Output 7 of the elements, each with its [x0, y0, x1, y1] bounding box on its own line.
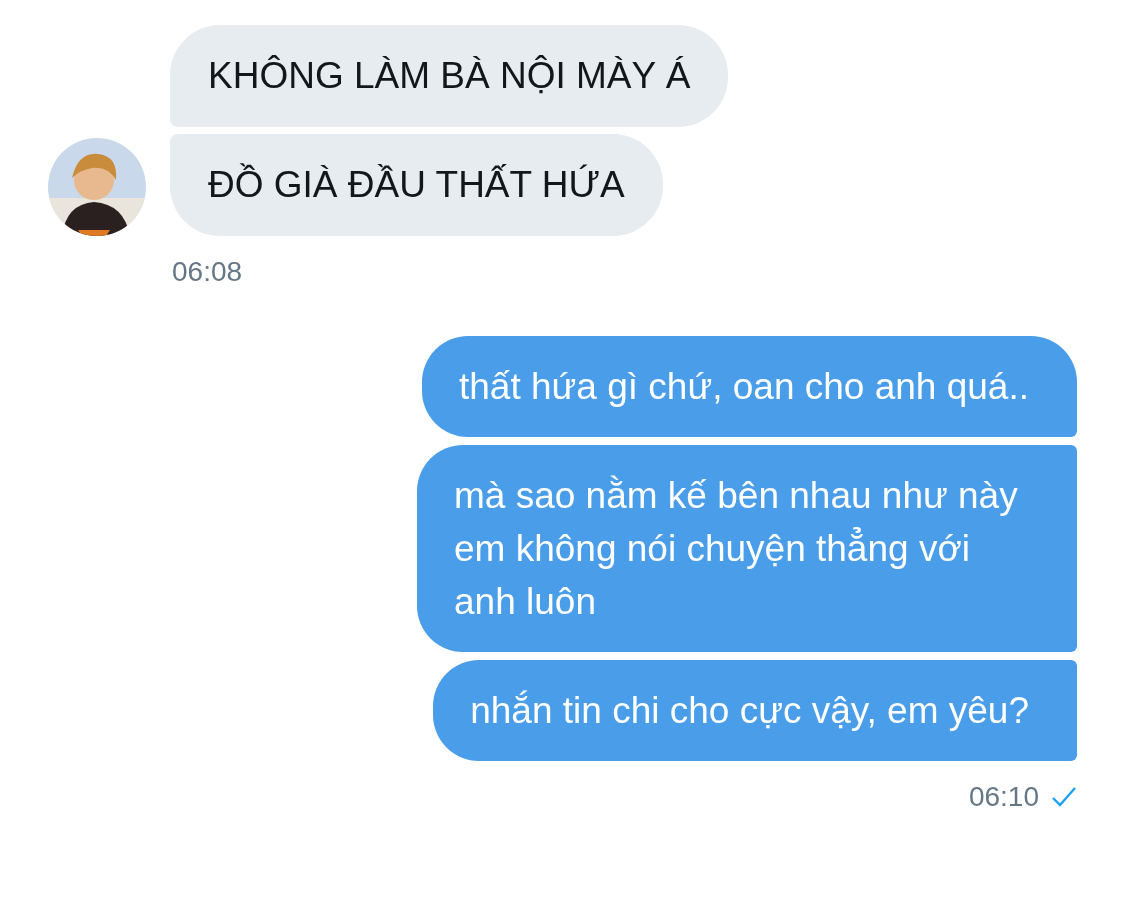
message-bubble: mà sao nằm kế bên nhau như này em không nói chuyện thẳng với anh luôn — [417, 445, 1077, 652]
timestamp: 06:10 — [968, 781, 1039, 813]
timestamp: 06:08 — [172, 256, 244, 288]
message-bubble: ĐỒ GIÀ ĐẦU THẤT HỨA — [170, 134, 663, 236]
message-bubble: KHÔNG LÀM BÀ NỘI MÀY Á — [170, 25, 729, 127]
message-bubble: nhắn tin chi cho cực vậy, em yêu? — [433, 660, 1077, 761]
message-bubble: thất hứa gì chứ, oan cho anh quá.. — [422, 336, 1077, 437]
